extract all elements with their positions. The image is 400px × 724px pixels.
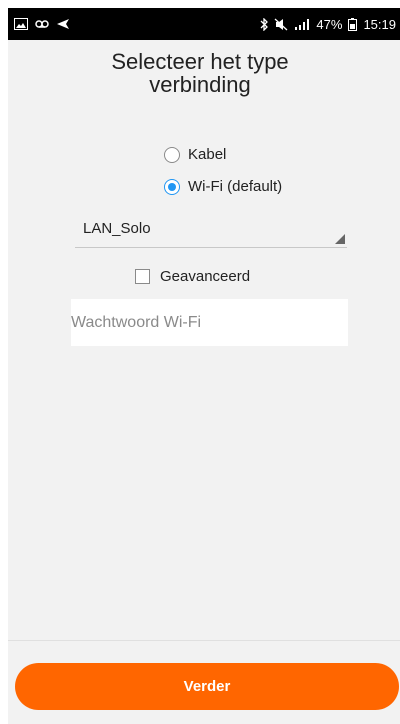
- dropdown-arrow-icon: [335, 234, 345, 244]
- wifi-password-field[interactable]: [71, 299, 348, 346]
- radio-button-kabel[interactable]: [164, 146, 180, 163]
- signal-icon: [294, 18, 310, 30]
- radio-option-kabel[interactable]: Kabel: [164, 146, 226, 163]
- radio-button-wifi[interactable]: [164, 178, 180, 195]
- voicemail-icon: [34, 18, 50, 30]
- status-bar: 47% 15:19: [8, 8, 400, 40]
- battery-icon: [348, 17, 358, 31]
- next-button[interactable]: Verder: [15, 663, 399, 710]
- status-bar-left: [14, 18, 70, 30]
- page-title-line-2: verbinding: [149, 72, 251, 97]
- app-content: [8, 40, 400, 724]
- network-selected: LAN_Solo: [83, 220, 151, 237]
- advanced-checkbox-row[interactable]: Geavanceerd: [135, 268, 250, 285]
- bluetooth-icon: [260, 17, 269, 31]
- battery-percentage: 47%: [316, 16, 343, 32]
- bottom-divider: [8, 640, 400, 641]
- page-title: Selecteer het type verbinding: [0, 50, 400, 96]
- radio-option-wifi[interactable]: Wi-Fi (default): [164, 178, 282, 195]
- status-bar-right: 47% 15:19: [260, 17, 396, 32]
- radio-label-kabel: Kabel: [188, 146, 227, 163]
- send-icon: [56, 18, 70, 30]
- advanced-checkbox[interactable]: [135, 269, 150, 284]
- status-time: 15:19: [363, 16, 396, 32]
- advanced-label: Geavanceerd: [160, 268, 251, 285]
- mute-icon: [274, 18, 288, 31]
- network-spinner[interactable]: LAN_Solo: [75, 220, 347, 248]
- radio-label-wifi: Wi-Fi (default): [188, 178, 283, 195]
- page-title-line-1: Selecteer het type: [111, 49, 289, 74]
- image-icon: [14, 18, 28, 30]
